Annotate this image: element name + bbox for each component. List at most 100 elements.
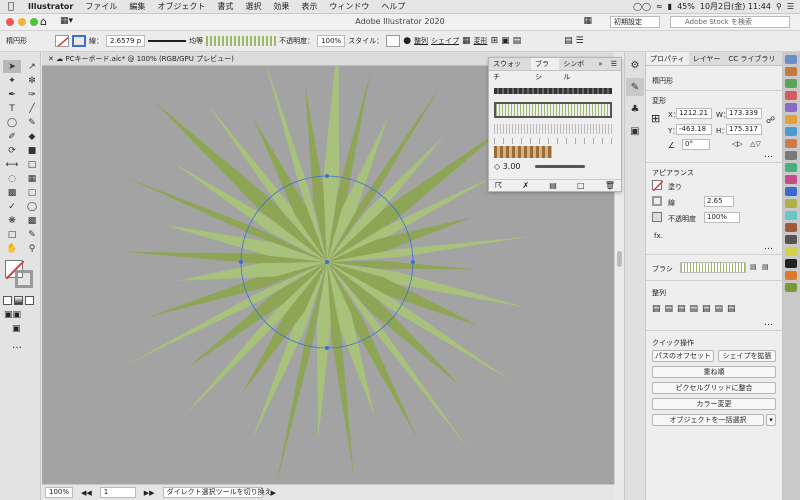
magic-wand-tool-icon[interactable]: ✦ <box>3 74 21 87</box>
eyedropper-tool-icon[interactable]: ✓ <box>3 200 21 213</box>
menu-app-name[interactable]: Illustrator <box>22 2 79 11</box>
mesh-tool-icon[interactable]: ▩ <box>3 186 21 199</box>
perspective-grid-tool-icon[interactable]: ▦ <box>23 172 41 185</box>
vertical-scroll-thumb[interactable] <box>617 251 622 267</box>
width-tool-icon[interactable]: ⟷ <box>3 158 21 171</box>
ellipse-tool-icon[interactable]: ◯ <box>3 116 21 129</box>
link-proportions-icon[interactable]: ☍ <box>766 116 775 126</box>
anchor-point[interactable] <box>325 346 329 350</box>
brush-charcoal[interactable] <box>494 88 612 94</box>
shaper-tool-icon[interactable]: ✐ <box>3 130 21 143</box>
panel-collapse-icon[interactable]: » <box>594 58 606 70</box>
transform-link[interactable]: 変形 <box>474 36 488 46</box>
brush-library-menu-icon[interactable]: ▤ <box>762 263 769 271</box>
arrange-icon[interactable]: ▤ <box>513 36 522 46</box>
shape-builder-tool-icon[interactable]: ◌ <box>3 172 21 185</box>
select-same-dropdown-icon[interactable]: ▾ <box>766 414 776 426</box>
artboard-tool-icon[interactable]: □ <box>3 228 21 241</box>
dock-app-icon[interactable] <box>785 67 797 76</box>
libraries-icon[interactable]: ⚙ <box>626 56 644 74</box>
dock-app-icon[interactable] <box>785 91 797 100</box>
brush-preview[interactable] <box>206 36 277 46</box>
status-arrow-icon[interactable]: ▶ <box>271 489 276 497</box>
starburst-rays[interactable] <box>123 66 531 484</box>
tab-brushes[interactable]: ブラシ <box>530 58 560 81</box>
transform-options-icon[interactable]: ▦ <box>462 36 471 46</box>
expand-shape-button[interactable]: シェイプを拡張 <box>718 350 776 362</box>
brush-grass-selected[interactable] <box>494 102 612 118</box>
brush-stroke-sample[interactable] <box>535 165 586 168</box>
tool-hint[interactable]: ダイレクト選択ツールを切り換え <box>162 487 272 498</box>
curvature-tool-icon[interactable]: ✑ <box>23 88 41 101</box>
tab-layers[interactable]: レイヤー <box>689 52 725 65</box>
search-icon[interactable]: ⚲ <box>776 2 782 11</box>
menu-type[interactable]: 書式 <box>211 1 239 12</box>
eraser-tool-icon[interactable]: ◆ <box>23 130 41 143</box>
x-field[interactable]: 1212.21 <box>676 108 712 119</box>
direct-selection-tool-icon[interactable]: ↗ <box>23 60 41 73</box>
select-same-button[interactable]: オブジェクトを一括選択 <box>652 414 764 426</box>
isolate-icon[interactable]: ▣ <box>501 36 510 46</box>
offset-path-button[interactable]: パスのオフセット <box>652 350 714 362</box>
dock-app-icon[interactable] <box>785 247 797 256</box>
brushes-panel-icon[interactable]: ✎ <box>626 78 644 96</box>
dock-app-icon[interactable] <box>785 163 797 172</box>
dock-app-icon[interactable] <box>785 175 797 184</box>
scale-tool-icon[interactable]: ■ <box>23 144 41 157</box>
zoom-field[interactable]: 100% <box>45 487 74 498</box>
new-brush-icon[interactable]: □ <box>577 181 585 190</box>
zoom-tool-icon[interactable]: ⚲ <box>23 242 41 255</box>
tab-cc-libraries[interactable]: CC ライブラリ <box>724 52 779 65</box>
fill-stroke-control[interactable] <box>5 260 33 288</box>
dock-app-icon[interactable] <box>785 139 797 148</box>
dock-app-icon[interactable] <box>785 199 797 208</box>
dock-app-icon[interactable] <box>785 79 797 88</box>
dock-app-icon[interactable] <box>785 211 797 220</box>
appearance-fill-swatch[interactable] <box>652 180 664 192</box>
menu-list-icon[interactable]: ☰ <box>787 2 794 11</box>
brush-options-icon[interactable]: ▤ <box>549 181 557 190</box>
dock-app-icon[interactable] <box>785 187 797 196</box>
gradient-tool-icon[interactable]: ▢ <box>23 186 41 199</box>
fill-swatch[interactable] <box>55 35 69 47</box>
dock-app-icon[interactable] <box>785 55 797 64</box>
brush-library-icon[interactable]: ☈ <box>495 181 502 190</box>
flip-vertical-icon[interactable]: △▽ <box>750 140 761 148</box>
angle-field[interactable]: 0° <box>682 139 710 150</box>
fx-button[interactable]: fx. <box>654 232 663 240</box>
anchor-point[interactable] <box>411 260 415 264</box>
stroke-weight-field[interactable]: 2.65 <box>704 196 734 207</box>
brush-scatter[interactable] <box>494 124 612 134</box>
opacity-field[interactable]: 100% <box>317 35 346 47</box>
paintbrush-tool-icon[interactable]: ✎ <box>23 116 41 129</box>
anchor-point[interactable] <box>239 260 243 264</box>
close-tab-icon[interactable]: ✕ <box>48 55 54 63</box>
tab-symbols[interactable]: シンボル <box>559 58 594 81</box>
dock-app-icon[interactable] <box>785 235 797 244</box>
slice-tool-icon[interactable]: ✎ <box>23 228 41 241</box>
artboard-field[interactable]: 1 <box>99 487 136 498</box>
arrange-documents-icon[interactable]: ▦ <box>583 16 592 26</box>
menu-select[interactable]: 選択 <box>239 1 267 12</box>
symbols-panel-icon[interactable]: ♣ <box>626 100 644 118</box>
pixel-grid-button[interactable]: ピクセルグリッドに整合 <box>652 382 776 394</box>
pen-tool-icon[interactable]: ✒ <box>3 88 21 101</box>
adobe-stock-search[interactable]: Adobe Stock を検索 <box>670 16 790 28</box>
dock-app-icon[interactable] <box>785 115 797 124</box>
dock-app-icon[interactable] <box>785 127 797 136</box>
opacity-field[interactable]: 100% <box>704 212 740 223</box>
stroke-color-swatch[interactable] <box>15 270 33 288</box>
glasses-icon[interactable]: ◯◯ <box>633 2 651 11</box>
arrange-button[interactable]: 重ね順 <box>652 366 776 378</box>
brush-select[interactable] <box>680 262 746 273</box>
align-link[interactable]: 整列 <box>414 36 428 46</box>
dock-app-icon[interactable] <box>785 223 797 232</box>
screen-mode-icon[interactable]: ▣ <box>12 324 21 334</box>
anchor-point[interactable] <box>325 174 329 178</box>
tab-swatches[interactable]: スウォッチ <box>489 58 531 81</box>
recolor-icon[interactable]: ● <box>403 36 411 46</box>
h-field[interactable]: 175.317 <box>726 124 762 135</box>
appearance-more-icon[interactable]: … <box>764 242 774 252</box>
lasso-tool-icon[interactable]: ✼ <box>23 74 41 87</box>
apple-menu-icon[interactable]:  <box>0 1 22 12</box>
